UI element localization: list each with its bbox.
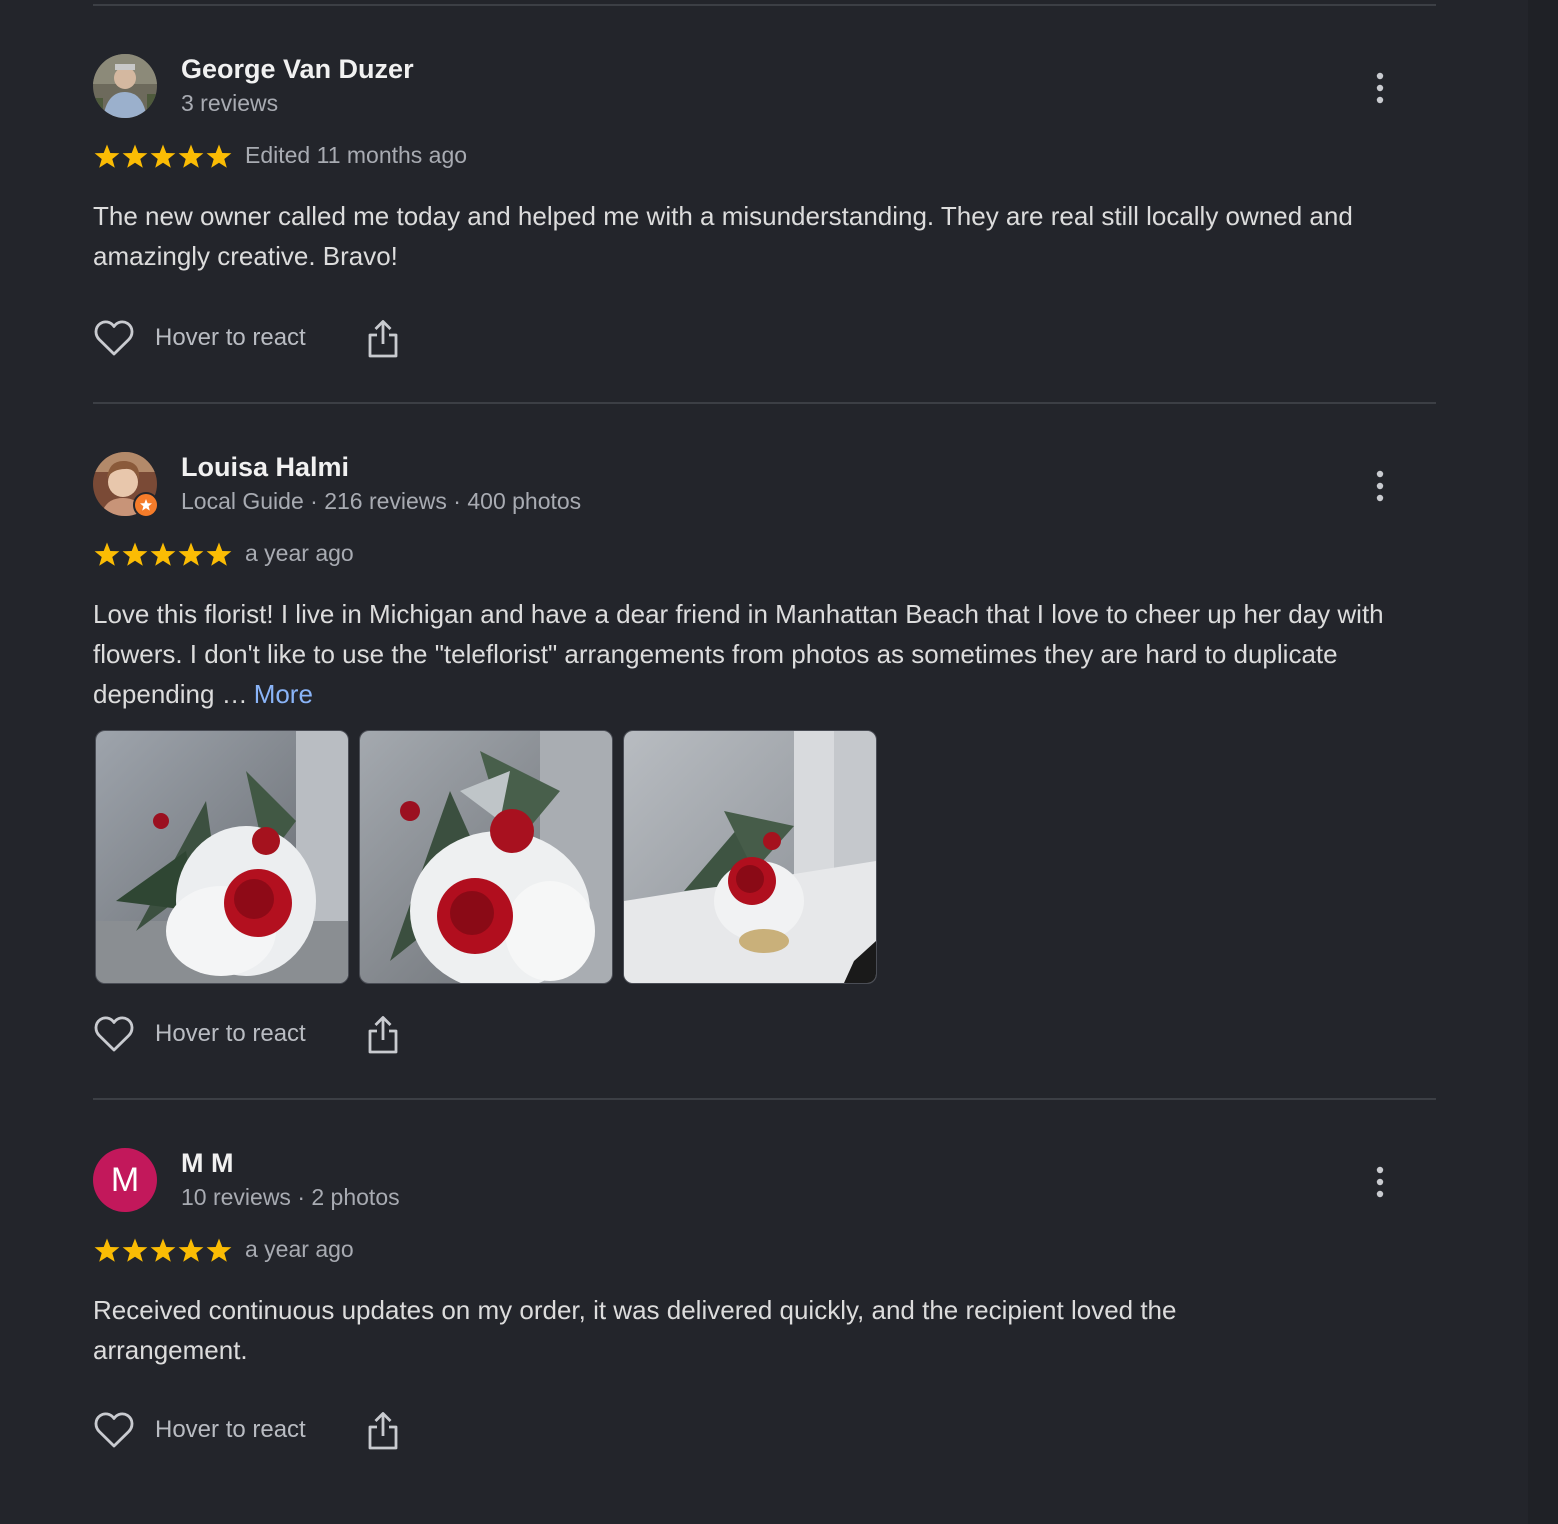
reviewer-meta: 10 reviews · 2 photos (181, 1184, 400, 1210)
flower-arrangement-photo (96, 731, 348, 983)
flower-arrangement-photo (624, 731, 876, 983)
review-card: George Van Duzer 3 reviews Edited 11 mon… (93, 54, 1436, 364)
star-icon (94, 1238, 120, 1262)
share-button[interactable] (365, 318, 401, 365)
review-divider (93, 402, 1436, 404)
heart-outline-icon (94, 1412, 134, 1448)
star-rating (93, 540, 233, 570)
reviewer-avatar[interactable]: M (93, 1148, 157, 1212)
star-icon (150, 144, 176, 168)
star-rating (93, 142, 233, 172)
avatar-letter: M (93, 1148, 157, 1212)
react-button[interactable]: Hover to react (93, 1014, 306, 1054)
react-button[interactable]: Hover to react (93, 318, 306, 358)
review-text-content: Received continuous updates on my order,… (93, 1295, 1177, 1365)
react-label: Hover to react (155, 1416, 306, 1443)
reviewer-avatar[interactable] (93, 54, 157, 118)
star-icon (94, 144, 120, 168)
star-icon (206, 542, 232, 566)
share-icon (368, 1016, 398, 1054)
review-photo[interactable] (359, 730, 613, 984)
review-actions: Hover to react (93, 1410, 413, 1454)
star-icon (206, 144, 232, 168)
review-photo[interactable] (95, 730, 349, 984)
review-divider (93, 1098, 1436, 1100)
more-options-button[interactable] (1368, 468, 1392, 504)
review-text: Love this florist! I live in Michigan an… (93, 594, 1413, 714)
star-icon (150, 1238, 176, 1262)
star-icon (122, 542, 148, 566)
review-text-content: The new owner called me today and helped… (93, 201, 1353, 271)
reviewer-name[interactable]: Louisa Halmi (181, 452, 349, 483)
star-icon (178, 144, 204, 168)
share-icon (368, 320, 398, 358)
reviewer-meta: 3 reviews (181, 90, 279, 116)
review-text: Received continuous updates on my order,… (93, 1290, 1293, 1370)
review-text: The new owner called me today and helped… (93, 196, 1403, 276)
reviewer-meta: Local Guide · 216 reviews · 400 photos (181, 488, 582, 514)
star-icon (94, 542, 120, 566)
review-actions: Hover to react (93, 318, 413, 362)
heart-outline-icon (94, 1016, 134, 1052)
review-date: a year ago (245, 1236, 354, 1262)
share-button[interactable] (365, 1410, 401, 1457)
star-icon (178, 542, 204, 566)
star-icon (178, 1238, 204, 1262)
react-label: Hover to react (155, 1020, 306, 1047)
react-button[interactable]: Hover to react (93, 1410, 306, 1450)
review-divider (93, 4, 1436, 6)
review-card: M M M 10 reviews · 2 photos a year ago R… (93, 1148, 1436, 1468)
review-photo[interactable] (623, 730, 877, 984)
star-rating (93, 1236, 233, 1266)
more-link[interactable]: More (254, 679, 313, 709)
review-card: Louisa Halmi Local Guide · 216 reviews ·… (93, 452, 1436, 1072)
flower-arrangement-photo (360, 731, 612, 983)
local-guide-badge-icon (133, 492, 159, 518)
more-vert-icon (1376, 470, 1384, 502)
review-photos (95, 730, 877, 984)
share-icon (368, 1412, 398, 1450)
reviewer-name[interactable]: George Van Duzer (181, 54, 414, 85)
share-button[interactable] (365, 1014, 401, 1061)
star-icon (206, 1238, 232, 1262)
reviewer-name[interactable]: M M (181, 1148, 233, 1179)
review-actions: Hover to react (93, 1014, 413, 1058)
reviewer-avatar[interactable] (93, 452, 159, 518)
more-options-button[interactable] (1368, 1164, 1392, 1200)
review-date: Edited 11 months ago (245, 142, 468, 168)
more-vert-icon (1376, 72, 1384, 104)
scrollbar-track (1528, 0, 1558, 1524)
react-label: Hover to react (155, 324, 306, 351)
avatar-photo (93, 54, 157, 118)
more-options-button[interactable] (1368, 70, 1392, 106)
star-icon (122, 144, 148, 168)
star-icon (150, 542, 176, 566)
star-icon (122, 1238, 148, 1262)
more-vert-icon (1376, 1166, 1384, 1198)
review-date: a year ago (245, 540, 354, 566)
heart-outline-icon (94, 320, 134, 356)
